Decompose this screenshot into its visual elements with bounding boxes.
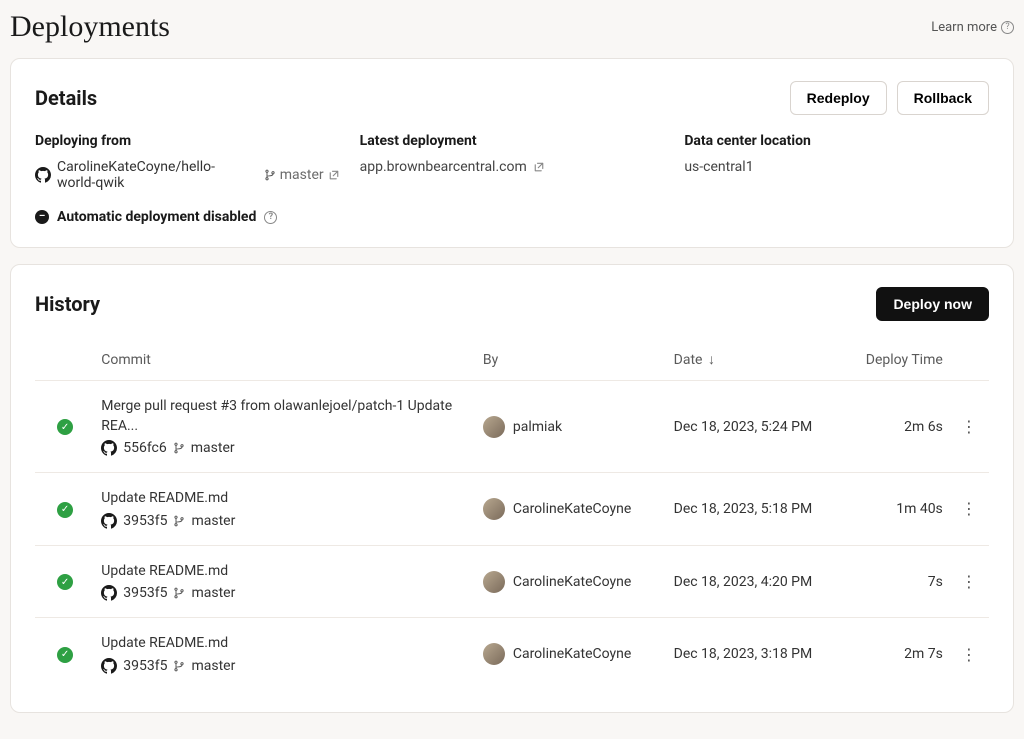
github-icon [101, 513, 117, 529]
github-icon [101, 658, 117, 674]
col-by[interactable]: By [477, 339, 668, 381]
commit-message[interactable]: Update README.md [101, 489, 471, 509]
help-icon[interactable]: ? [264, 211, 277, 224]
auto-deploy-status: – Automatic deployment disabled ? [35, 209, 989, 225]
deploy-date: Dec 18, 2023, 3:18 PM [668, 618, 849, 690]
row-actions-menu[interactable]: ⋮ [957, 641, 981, 668]
commit-hash[interactable]: 3953f5 [123, 658, 167, 674]
auto-deploy-label: Automatic deployment disabled [57, 209, 256, 225]
deploy-date: Dec 18, 2023, 5:18 PM [668, 473, 849, 546]
col-actions [949, 339, 989, 381]
deploying-from-section: Deploying from CarolineKateCoyne/hello-w… [35, 133, 340, 191]
commit-branch: master [191, 585, 235, 601]
col-status [35, 339, 95, 381]
datacenter-section: Data center location us-central1 [684, 133, 989, 191]
deploy-date: Dec 18, 2023, 4:20 PM [668, 545, 849, 618]
table-row: ✓ Update README.md 3953f5 master Carolin… [35, 545, 989, 618]
latest-deployment-label: Latest deployment [360, 133, 665, 149]
sort-descending-icon: ↓ [708, 352, 715, 368]
history-card: History Deploy now Commit By Date ↓ Depl… [10, 264, 1014, 713]
commit-hash[interactable]: 3953f5 [123, 513, 167, 529]
row-actions-menu[interactable]: ⋮ [957, 495, 981, 522]
repo-name: CarolineKateCoyne/hello-world-qwik [57, 159, 252, 191]
success-icon: ✓ [57, 502, 73, 518]
page-title: Deployments [10, 10, 170, 44]
details-card: Details Redeploy Rollback Deploying from… [10, 58, 1014, 248]
branch-icon [173, 442, 185, 454]
redeploy-button[interactable]: Redeploy [790, 81, 887, 115]
datacenter-value: us-central1 [684, 159, 989, 175]
avatar [483, 416, 505, 438]
branch-name: master [280, 167, 324, 183]
github-icon [35, 167, 51, 183]
avatar [483, 571, 505, 593]
latest-deployment-section: Latest deployment app.brownbearcentral.c… [360, 133, 665, 191]
commit-hash[interactable]: 556fc6 [123, 440, 167, 456]
deploy-duration: 2m 7s [848, 618, 948, 690]
commit-branch: master [191, 658, 235, 674]
github-icon [101, 440, 117, 456]
help-icon: ? [1001, 21, 1014, 34]
branch-icon [173, 587, 185, 599]
deploy-date: Dec 18, 2023, 5:24 PM [668, 381, 849, 473]
rollback-button[interactable]: Rollback [897, 81, 989, 115]
branch-icon [173, 660, 185, 672]
col-commit[interactable]: Commit [95, 339, 477, 381]
history-title: History [35, 292, 100, 316]
table-row: ✓ Update README.md 3953f5 master Carolin… [35, 473, 989, 546]
deployment-url: app.brownbearcentral.com [360, 159, 527, 175]
external-link-icon [328, 169, 340, 181]
github-icon [101, 585, 117, 601]
datacenter-label: Data center location [684, 133, 989, 149]
author-name: CarolineKateCoyne [513, 646, 631, 662]
deploy-duration: 2m 6s [848, 381, 948, 473]
branch-chip[interactable]: master [264, 167, 340, 183]
commit-hash[interactable]: 3953f5 [123, 585, 167, 601]
disabled-icon: – [35, 210, 49, 224]
table-row: ✓ Update README.md 3953f5 master Carolin… [35, 618, 989, 690]
deploy-duration: 7s [848, 545, 948, 618]
table-row: ✓ Merge pull request #3 from olawanlejoe… [35, 381, 989, 473]
external-link-icon [533, 161, 545, 173]
deploying-from-label: Deploying from [35, 133, 340, 149]
commit-branch: master [191, 513, 235, 529]
commit-message[interactable]: Update README.md [101, 562, 471, 582]
avatar [483, 498, 505, 520]
avatar [483, 643, 505, 665]
commit-branch: master [191, 440, 235, 456]
commit-message[interactable]: Update README.md [101, 634, 471, 654]
row-actions-menu[interactable]: ⋮ [957, 568, 981, 595]
deploy-duration: 1m 40s [848, 473, 948, 546]
learn-more-link[interactable]: Learn more ? [931, 20, 1014, 35]
deploy-now-button[interactable]: Deploy now [876, 287, 989, 321]
row-actions-menu[interactable]: ⋮ [957, 413, 981, 440]
success-icon: ✓ [57, 574, 73, 590]
col-deploy-time[interactable]: Deploy Time [848, 339, 948, 381]
author-name: CarolineKateCoyne [513, 501, 631, 517]
author-name: palmiak [513, 419, 562, 435]
branch-icon [173, 515, 185, 527]
repo-link[interactable]: CarolineKateCoyne/hello-world-qwik [35, 159, 252, 191]
success-icon: ✓ [57, 419, 73, 435]
history-table: Commit By Date ↓ Deploy Time ✓ Merge pul… [35, 339, 989, 690]
learn-more-label: Learn more [931, 20, 997, 35]
col-date[interactable]: Date ↓ [668, 339, 849, 381]
author-name: CarolineKateCoyne [513, 574, 631, 590]
commit-message[interactable]: Merge pull request #3 from olawanlejoel/… [101, 397, 471, 436]
col-date-label: Date [674, 352, 703, 368]
deployment-url-link[interactable]: app.brownbearcentral.com [360, 159, 665, 175]
details-title: Details [35, 86, 97, 110]
branch-icon [264, 169, 276, 181]
success-icon: ✓ [57, 647, 73, 663]
